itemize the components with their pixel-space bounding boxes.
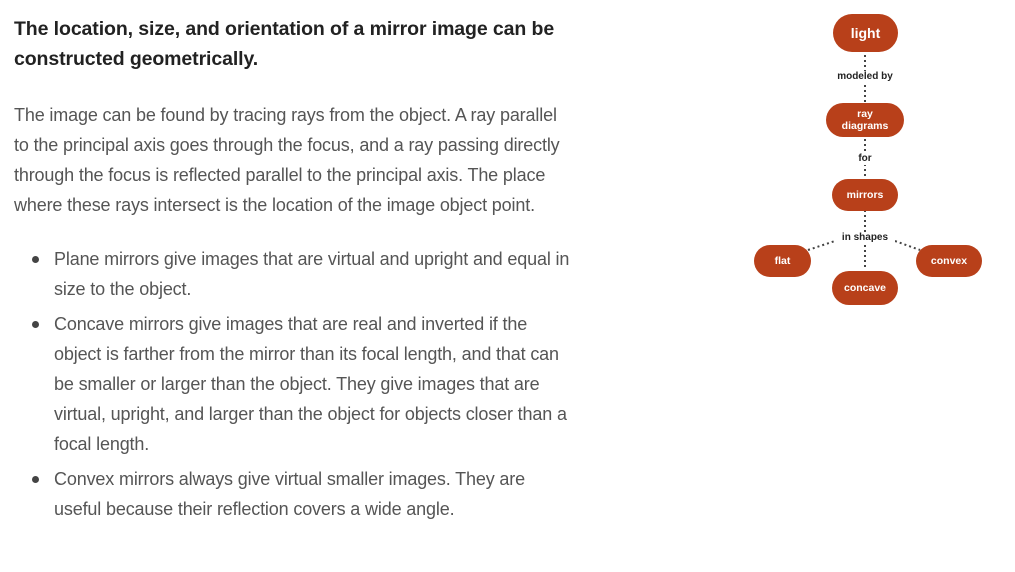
connector-in-shapes-flat xyxy=(807,240,836,251)
node-light: light xyxy=(833,14,898,52)
link-label-modeled-by: modeled by xyxy=(830,71,900,83)
link-label-in-shapes: in shapes xyxy=(835,232,895,244)
node-ray-diagrams: ray diagrams xyxy=(826,103,904,137)
connector-in-shapes-convex xyxy=(894,240,921,251)
list-item-convex-mirrors: Convex mirrors always give virtual small… xyxy=(32,464,574,524)
node-flat: flat xyxy=(754,245,811,277)
list-item-plane-mirrors: Plane mirrors give images that are virtu… xyxy=(32,244,574,304)
concept-map: light modeled by ray diagrams for mirror… xyxy=(740,0,1015,320)
body-paragraph: The image can be found by tracing rays f… xyxy=(14,105,560,215)
node-convex: convex xyxy=(916,245,982,277)
bullet-icon xyxy=(32,476,39,483)
node-concave: concave xyxy=(832,271,898,305)
link-label-for: for xyxy=(850,153,880,165)
node-mirrors: mirrors xyxy=(832,179,898,211)
list-item-concave-mirrors: Concave mirrors give images that are rea… xyxy=(32,309,574,459)
bullet-icon xyxy=(32,256,39,263)
main-content: The location, size, and orientation of a… xyxy=(14,14,574,529)
bullet-icon xyxy=(32,321,39,328)
mirror-types-list: Plane mirrors give images that are virtu… xyxy=(14,244,574,524)
section-heading: The location, size, and orientation of a… xyxy=(14,18,555,70)
